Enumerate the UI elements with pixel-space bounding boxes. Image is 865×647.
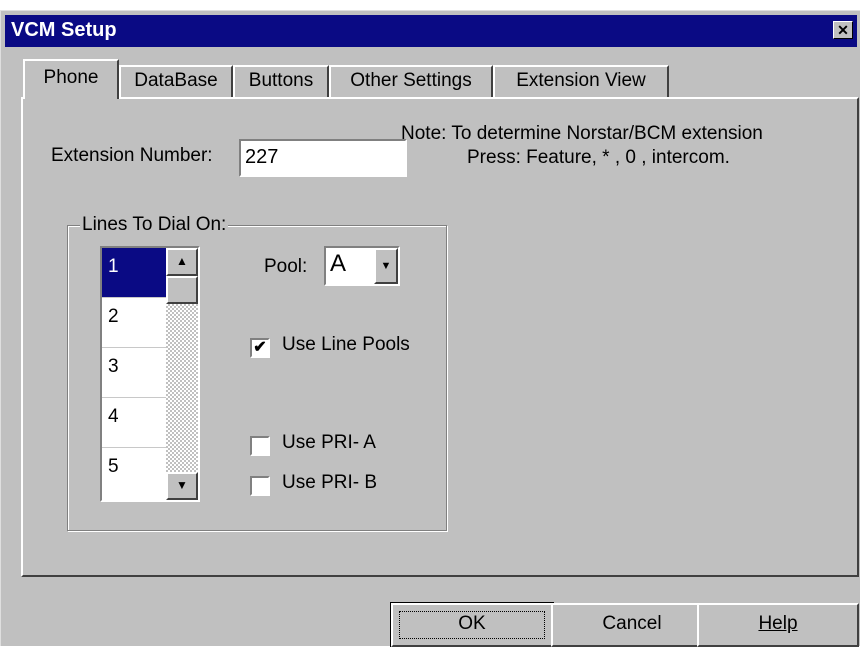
tab-other-settings[interactable]: Other Settings [329,65,493,97]
pool-dropdown-button[interactable]: ▼ [374,248,398,284]
title-bar[interactable]: VCM Setup ✕ [5,15,857,47]
pool-combobox[interactable]: A ▼ [324,246,400,286]
close-button[interactable]: ✕ [833,21,853,39]
lines-listbox[interactable]: 1 2 3 4 5 ▲ ▼ [100,246,200,502]
list-item-line-5[interactable]: 5 [102,448,166,498]
ok-button[interactable]: OK [390,602,554,647]
lines-scrollbar[interactable]: ▲ ▼ [166,248,198,500]
cancel-button-label: Cancel [602,613,662,634]
list-item-line-2[interactable]: 2 [102,298,166,348]
list-item-line-4[interactable]: 4 [102,398,166,448]
help-button-label: Help [758,613,798,634]
list-item-line-1[interactable]: 1 [102,248,166,298]
tab-extension-view[interactable]: Extension View [493,65,669,97]
up-arrow-icon: ▲ [176,254,188,268]
lines-to-dial-group: Lines To Dial On: 1 2 3 4 5 ▲ ▼ Pool: A … [67,214,447,531]
use-line-pools-label[interactable]: Use Line Pools [282,334,410,356]
scroll-down-button[interactable]: ▼ [166,472,198,500]
note-line-1: Note: To determine Norstar/BCM extension [401,123,763,144]
scrollbar-thumb[interactable] [166,276,198,304]
pool-combobox-value: A [330,250,347,277]
dropdown-arrow-icon: ▼ [380,260,392,272]
window-title: VCM Setup [11,19,117,41]
tab-phone[interactable]: Phone [23,59,119,99]
list-item-line-3[interactable]: 3 [102,348,166,398]
note-line-2: Press: Feature, * , 0 , intercom. [467,147,730,168]
phone-tab-panel: Extension Number: 227 Note: To determine… [21,97,859,577]
tab-database[interactable]: DataBase [119,65,233,97]
use-pri-a-checkbox[interactable] [250,436,270,456]
focus-rectangle [399,611,545,639]
vcm-setup-dialog: VCM Setup ✕ Phone DataBase Buttons Other… [0,10,860,647]
down-arrow-icon: ▼ [176,478,188,492]
lines-to-dial-label: Lines To Dial On: [80,214,229,236]
use-line-pools-checkbox[interactable]: ✔ [250,338,270,358]
use-pri-a-label[interactable]: Use PRI- A [282,432,376,454]
use-pri-b-label[interactable]: Use PRI- B [282,472,377,494]
extension-number-input[interactable]: 227 [239,139,407,177]
extension-number-label: Extension Number: [51,145,213,166]
scroll-up-button[interactable]: ▲ [166,248,198,276]
use-pri-b-checkbox[interactable] [250,476,270,496]
cancel-button[interactable]: Cancel [551,603,713,647]
checkmark-icon: ✔ [253,339,267,356]
tab-buttons[interactable]: Buttons [233,65,329,97]
pool-label: Pool: [264,256,308,277]
help-button[interactable]: Help [697,603,859,647]
